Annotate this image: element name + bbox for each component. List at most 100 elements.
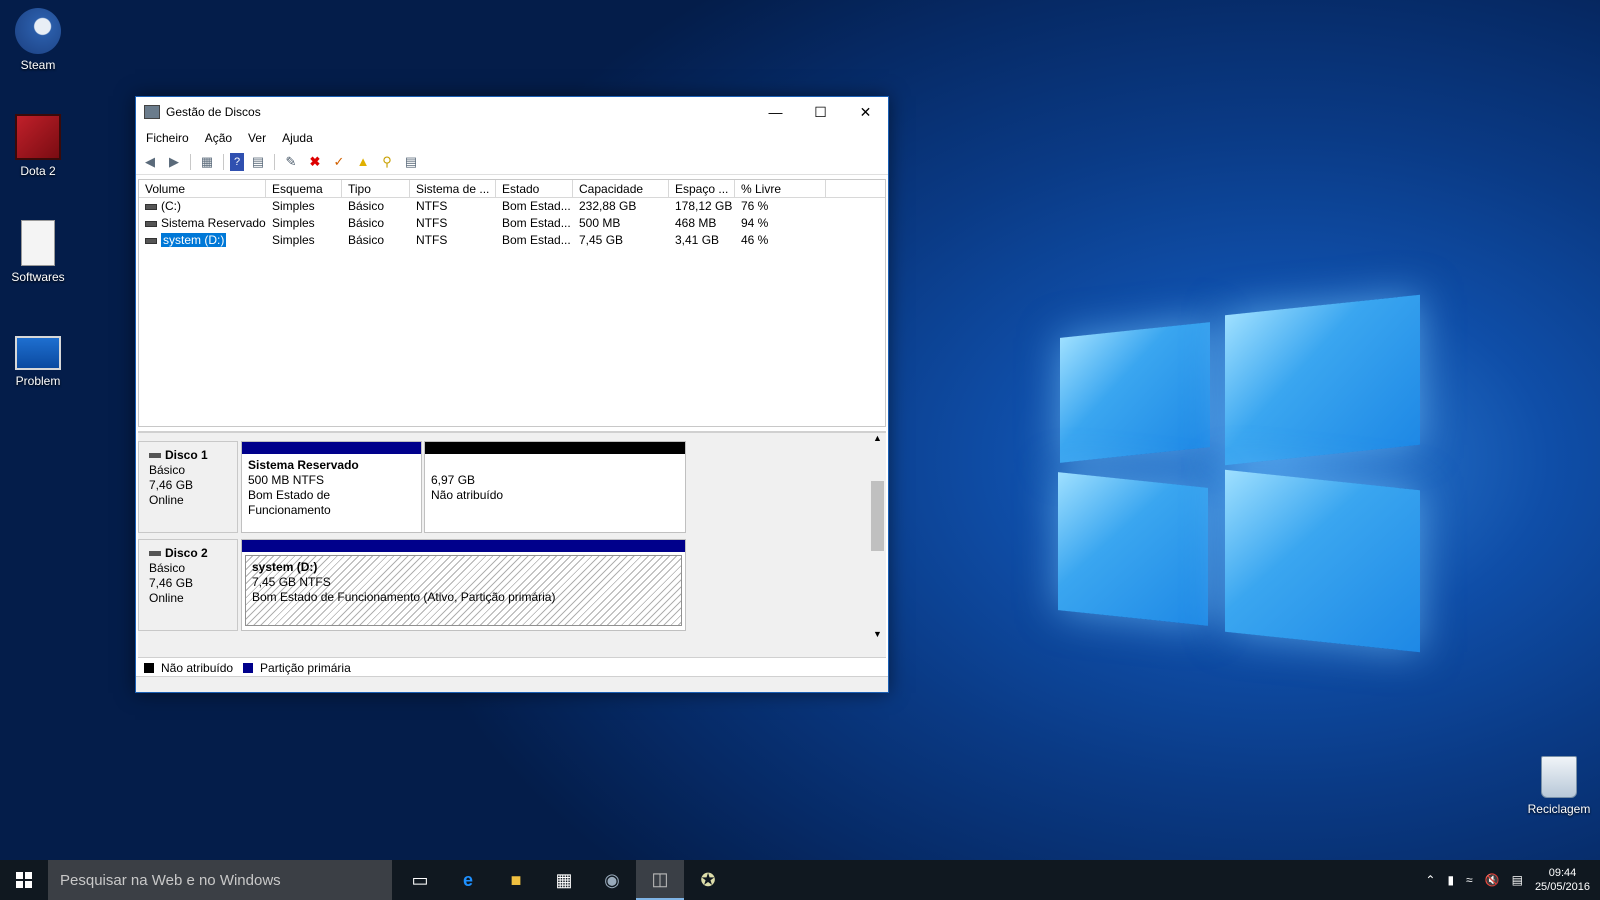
toolbar: ◀ ▶ ▦ ? ▤ ✎ ✖ ✓ ▲ ⚲ ▤ [136,149,888,175]
status-bar [136,676,888,692]
column-header-estado[interactable]: Estado [496,180,573,197]
start-button[interactable] [0,860,48,900]
desktop-icon-problem[interactable]: Problem [0,330,76,388]
task-view-icon[interactable]: ▭ [396,860,444,900]
desktop-icon-label: Steam [20,58,56,72]
view-icon[interactable]: ▤ [401,153,421,171]
console-tree-icon[interactable]: ▦ [197,153,217,171]
store-icon[interactable]: ▦ [540,860,588,900]
vertical-scrollbar[interactable]: ▲ ▼ [869,433,886,639]
legend-unallocated-label: Não atribuído [161,660,234,675]
partition-size: 7,45 GB NTFS [252,575,331,589]
cell-tipo: Básico [348,216,385,230]
recycle-bin-icon [1541,756,1577,798]
battery-icon[interactable]: ▮ [1447,873,1454,887]
paint-taskbar-icon[interactable]: ✪ [684,860,732,900]
check-icon[interactable]: ✓ [329,153,349,171]
search-box[interactable]: Pesquisar na Web e no Windows [48,860,392,900]
desktop-icon-label: Problem [15,374,61,388]
connect-icon[interactable]: ✎ [281,153,301,171]
disk-management-taskbar-icon[interactable]: ◫ [636,860,684,900]
chevron-up-icon[interactable]: ⌃ [1425,873,1435,887]
table-row[interactable]: (C:) Simples Básico NTFS Bom Estad... 23… [139,198,885,215]
disk-graphical-view: Disco 1 Básico 7,46 GB Online Sistema Re… [138,431,886,657]
column-header-tipo[interactable]: Tipo [342,180,410,197]
partition-unallocated[interactable]: 6,97 GB Não atribuído [424,441,686,533]
desktop-icon-label: Dota 2 [20,164,56,178]
scroll-thumb[interactable] [871,481,884,551]
close-button[interactable]: ✕ [843,97,888,127]
folder-up-icon[interactable]: ▲ [353,153,373,171]
desktop-icon-recycle-bin[interactable]: Reciclagem [1518,756,1600,816]
disk-name: Disco 1 [165,448,208,462]
menu-acao[interactable]: Ação [197,131,240,145]
forward-arrow-icon[interactable]: ▶ [164,153,184,171]
cell-volume: Sistema Reservado [161,216,266,230]
table-row[interactable]: Sistema Reservado Simples Básico NTFS Bo… [139,215,885,232]
legend-primary-swatch [243,662,254,673]
cell-estado: Bom Estad... [502,216,571,230]
disk-size: 7,46 GB [149,478,194,492]
cell-espaco: 178,12 GB [675,199,733,213]
scroll-up-arrow-icon[interactable]: ▲ [869,433,886,447]
properties-icon[interactable]: ▤ [248,153,268,171]
disk-management-app-icon [144,105,160,119]
desktop-icon-softwares[interactable]: Softwares [0,220,76,284]
disk-1-info[interactable]: Disco 1 Básico 7,46 GB Online [138,441,238,533]
disk-status: Online [149,591,184,605]
column-header-volume[interactable]: Volume [139,180,266,197]
volume-muted-icon[interactable]: 🔇 [1485,873,1500,887]
edge-icon[interactable]: e [444,860,492,900]
windows-logo-pane-tl [1060,322,1210,463]
delete-icon[interactable]: ✖ [305,153,325,171]
cell-sistema: NTFS [416,233,448,247]
screen-icon [15,336,61,370]
clock[interactable]: 09:44 25/05/2016 [1535,866,1590,894]
title-bar[interactable]: Gestão de Discos — ☐ ✕ [136,97,888,127]
desktop-icon-label: Softwares [11,270,65,284]
menu-ajuda[interactable]: Ajuda [274,131,321,145]
column-header-livre[interactable]: % Livre [735,180,826,197]
column-header-sistema[interactable]: Sistema de ... [410,180,496,197]
disk-icon [149,453,161,459]
column-header-esquema[interactable]: Esquema [266,180,342,197]
disk-name: Disco 2 [165,546,208,560]
menu-ver[interactable]: Ver [240,131,274,145]
wifi-icon[interactable]: ≈ [1466,873,1473,887]
cell-estado: Bom Estad... [502,199,571,213]
maximize-button[interactable]: ☐ [798,97,843,127]
search-folder-icon[interactable]: ⚲ [377,153,397,171]
file-explorer-icon[interactable]: ■ [492,860,540,900]
steam-taskbar-icon[interactable]: ◉ [588,860,636,900]
windows-start-icon [16,872,32,888]
scroll-down-arrow-icon[interactable]: ▼ [869,629,886,639]
minimize-button[interactable]: — [753,97,798,127]
document-icon [21,220,55,266]
back-arrow-icon[interactable]: ◀ [140,153,160,171]
partition-title: Sistema Reservado [248,458,359,472]
disk-status: Online [149,493,184,507]
column-header-espaco[interactable]: Espaço ... [669,180,735,197]
menu-ficheiro[interactable]: Ficheiro [138,131,197,145]
disk-2-info[interactable]: Disco 2 Básico 7,46 GB Online [138,539,238,631]
desktop-icon-steam[interactable]: Steam [0,8,76,72]
partition-sistema-reservado[interactable]: Sistema Reservado 500 MB NTFS Bom Estado… [241,441,422,533]
cell-esquema: Simples [272,233,315,247]
notification-icon[interactable]: ▤ [1512,873,1523,887]
windows-logo-pane-bl [1058,472,1208,626]
column-header-capacidade[interactable]: Capacidade [573,180,669,197]
cell-capacidade: 500 MB [579,216,621,230]
disk-type: Básico [149,463,186,477]
cell-tipo: Básico [348,199,385,213]
volume-list: Volume Esquema Tipo Sistema de ... Estad… [138,179,886,427]
desktop-icon-dota[interactable]: Dota 2 [0,114,76,178]
disk-management-window: Gestão de Discos — ☐ ✕ Ficheiro Ação Ver… [135,96,889,693]
windows-logo-pane-br [1225,469,1420,653]
cell-esquema: Simples [272,216,315,230]
partition-state: Não atribuído [431,488,504,502]
partition-system-d[interactable]: system (D:) 7,45 GB NTFS Bom Estado de F… [241,539,686,631]
legend-unallocated-swatch [144,662,154,673]
system-tray: ⌃ ▮ ≈ 🔇 ▤ 09:44 25/05/2016 [1425,866,1600,894]
table-row-selected[interactable]: system (D:) Simples Básico NTFS Bom Esta… [139,232,885,249]
help-icon[interactable]: ? [230,152,244,171]
